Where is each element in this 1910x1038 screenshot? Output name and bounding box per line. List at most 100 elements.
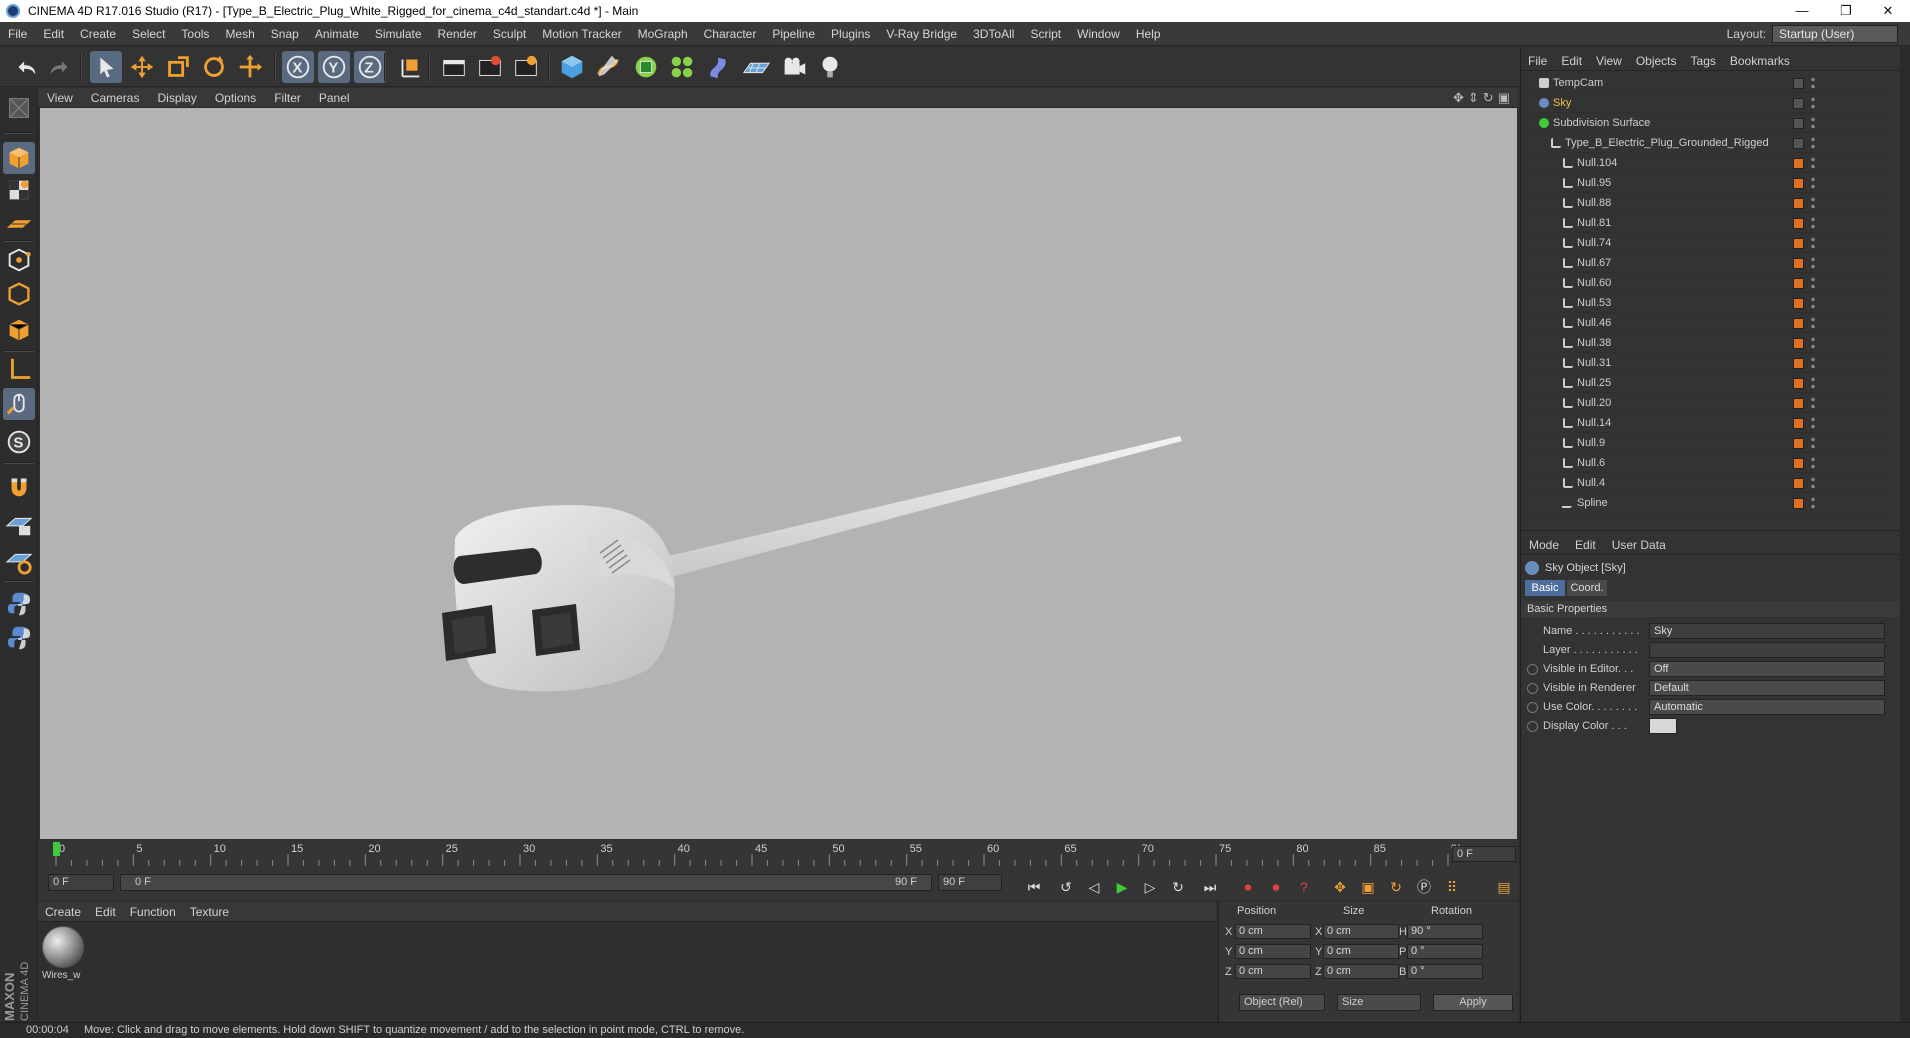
tweak-icon[interactable] [3, 388, 35, 420]
viewport-menu-display[interactable]: Display [148, 91, 205, 105]
keyframe-selection-icon[interactable]: ? [1292, 876, 1316, 898]
coord-pos-field[interactable]: 0 cm [1235, 924, 1311, 939]
restore-button[interactable]: ❐ [1826, 0, 1866, 22]
close-button[interactable]: ✕ [1868, 0, 1908, 22]
goto-start-icon[interactable]: ⏮ [1022, 876, 1046, 898]
model-mode-icon[interactable] [3, 142, 35, 174]
move-alt-icon[interactable] [234, 51, 266, 83]
light-icon[interactable] [814, 51, 846, 83]
object-menu-view[interactable]: View [1589, 54, 1629, 68]
animate-radio-icon[interactable] [1527, 664, 1538, 675]
menu-mesh[interactable]: Mesh [217, 27, 262, 41]
python-alt-icon[interactable] [3, 622, 35, 654]
step-forward-icon[interactable]: ▷ [1138, 876, 1162, 898]
make-editable-icon[interactable] [3, 92, 35, 124]
visibility-dots-icon[interactable] [1811, 456, 1815, 470]
planar-icon[interactable] [3, 544, 35, 576]
visibility-dots-icon[interactable] [1811, 396, 1815, 410]
step-back-icon[interactable]: ◁ [1082, 876, 1106, 898]
key-rotation-icon[interactable]: ↻ [1384, 876, 1408, 898]
attribute-menu-mode[interactable]: Mode [1521, 538, 1567, 552]
autokey-icon[interactable]: ⏺ [1264, 876, 1288, 898]
deformer-icon[interactable] [702, 51, 734, 83]
viewport-menu-cameras[interactable]: Cameras [82, 91, 149, 105]
x-axis-icon[interactable]: X [282, 51, 314, 83]
object-row[interactable]: Null.53 [1521, 293, 1887, 313]
visibility-dots-icon[interactable] [1811, 236, 1815, 250]
coord-pos-field[interactable]: 0 cm [1235, 944, 1311, 959]
menu-animate[interactable]: Animate [307, 27, 367, 41]
zoom-icon[interactable]: ⇕ [1468, 90, 1479, 106]
playhead[interactable] [53, 842, 60, 856]
layout-select[interactable]: Startup (User) [1772, 25, 1898, 43]
attribute-menu-user-data[interactable]: User Data [1604, 538, 1674, 552]
visibility-dots-icon[interactable] [1811, 136, 1815, 150]
menu-v-ray-bridge[interactable]: V-Ray Bridge [878, 27, 965, 41]
visibility-dots-icon[interactable] [1811, 96, 1815, 110]
axis-mode-icon[interactable] [3, 354, 35, 386]
size-mode-select[interactable]: Size [1337, 994, 1421, 1011]
object-row[interactable]: Sky [1521, 93, 1887, 113]
pen-spline-icon[interactable] [592, 51, 624, 83]
object-row[interactable]: Null.25 [1521, 373, 1887, 393]
orbit-icon[interactable]: ↻ [1483, 90, 1494, 106]
move-icon[interactable] [126, 51, 158, 83]
render-view-icon[interactable] [438, 51, 470, 83]
visibility-dots-icon[interactable] [1811, 336, 1815, 350]
texture-mode-icon[interactable] [3, 174, 35, 206]
tab-basic[interactable]: Basic [1525, 580, 1565, 596]
solo-icon[interactable]: S [3, 426, 35, 458]
visibility-dots-icon[interactable] [1811, 276, 1815, 290]
object-row[interactable]: Null.4 [1521, 473, 1887, 493]
material-menu-function[interactable]: Function [123, 905, 183, 919]
y-axis-icon[interactable]: Y [318, 51, 350, 83]
python-icon[interactable] [3, 588, 35, 620]
menu-window[interactable]: Window [1069, 27, 1128, 41]
floor-icon[interactable] [740, 51, 772, 83]
panel-tabs-strip[interactable] [1900, 47, 1910, 1022]
attribute-select[interactable]: Automatic [1649, 699, 1885, 715]
object-row[interactable]: Subdivision Surface [1521, 113, 1887, 133]
apply-button[interactable]: Apply [1433, 994, 1513, 1011]
coord-pos-field[interactable]: 0 cm [1235, 964, 1311, 979]
visibility-dots-icon[interactable] [1811, 176, 1815, 190]
material-menu-create[interactable]: Create [38, 905, 88, 919]
object-menu-objects[interactable]: Objects [1629, 54, 1684, 68]
render-picture-viewer-icon[interactable] [474, 51, 506, 83]
menu-edit[interactable]: Edit [35, 27, 72, 41]
coord-size-field[interactable]: 0 cm [1323, 944, 1399, 959]
object-menu-edit[interactable]: Edit [1554, 54, 1589, 68]
object-row[interactable]: Null.46 [1521, 313, 1887, 333]
menu-help[interactable]: Help [1128, 27, 1169, 41]
visibility-dots-icon[interactable] [1811, 316, 1815, 330]
menu-sculpt[interactable]: Sculpt [485, 27, 534, 41]
end-frame-field[interactable]: 90 F [938, 874, 1002, 891]
menu-file[interactable]: File [0, 27, 35, 41]
viewport-menu-options[interactable]: Options [206, 91, 265, 105]
menu-motion-tracker[interactable]: Motion Tracker [534, 27, 629, 41]
z-axis-icon[interactable]: Z [354, 51, 386, 83]
scale-icon[interactable] [162, 51, 194, 83]
menu-character[interactable]: Character [696, 27, 765, 41]
menu-tools[interactable]: Tools [173, 27, 217, 41]
minimize-button[interactable]: — [1782, 0, 1822, 22]
visibility-dots-icon[interactable] [1811, 116, 1815, 130]
lock-workplane-icon[interactable] [3, 508, 35, 540]
timeline-window-icon[interactable]: ▤ [1492, 876, 1516, 898]
visibility-dots-icon[interactable] [1811, 76, 1815, 90]
object-row[interactable]: Null.74 [1521, 233, 1887, 253]
visibility-dots-icon[interactable] [1811, 416, 1815, 430]
edges-mode-icon[interactable] [3, 278, 35, 310]
menu-create[interactable]: Create [72, 27, 124, 41]
object-row[interactable]: Null.20 [1521, 393, 1887, 413]
select-pointer-icon[interactable] [90, 51, 122, 83]
menu-mograph[interactable]: MoGraph [630, 27, 696, 41]
3d-viewport[interactable] [40, 108, 1517, 839]
visibility-dots-icon[interactable] [1811, 256, 1815, 270]
object-row[interactable]: Null.60 [1521, 273, 1887, 293]
object-row[interactable]: Null.88 [1521, 193, 1887, 213]
animate-radio-icon[interactable] [1527, 721, 1538, 732]
visibility-dots-icon[interactable] [1811, 216, 1815, 230]
menu-simulate[interactable]: Simulate [367, 27, 430, 41]
goto-prev-key-icon[interactable]: ↺ [1054, 876, 1078, 898]
